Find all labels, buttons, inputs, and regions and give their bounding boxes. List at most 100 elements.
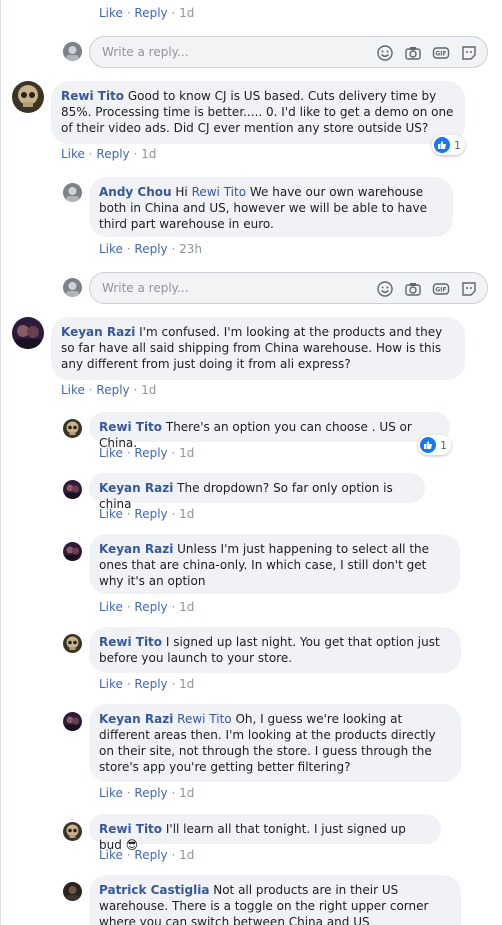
skull-avatar-icon [63,822,82,841]
comment-actions: Like · Reply · 1d [99,446,195,460]
skull-avatar-icon [63,634,82,653]
avatar-andy-chou[interactable] [63,183,82,202]
svg-text:GIF: GIF [435,51,446,58]
reply-link[interactable]: Reply [96,383,129,397]
avatar-keyan-razi[interactable] [63,542,82,561]
avatar-patrick-castiglia[interactable] [63,882,82,901]
comment-bubble: Keyan Razi I'm confused. I'm looking at … [51,317,465,380]
user-photo-icon [63,542,82,561]
comment-time[interactable]: 1d [179,6,194,20]
comment-actions: Like · Reply · 1d [99,848,195,862]
reply-link[interactable]: Reply [134,786,167,800]
user-photo-icon [63,480,82,499]
comment-bubble: Keyan Razi Unless I'm just happening to … [89,534,460,594]
like-link[interactable]: Like [99,786,123,800]
comment-author[interactable]: Rewi Tito [99,822,162,836]
like-link[interactable]: Like [99,242,123,256]
comment-author[interactable]: Rewi Tito [99,635,162,649]
like-link[interactable]: Like [61,383,85,397]
reply-link[interactable]: Reply [134,507,167,521]
comment-actions: Like · Reply · 1d [99,600,195,614]
avatar-keyan-razi[interactable] [63,712,82,731]
comment-time[interactable]: 1d [179,786,194,800]
like-link[interactable]: Like [99,848,123,862]
user-photo-icon [63,712,82,731]
comment-time[interactable]: 1d [179,600,194,614]
comment-bubble: Patrick Castiglia Not all products are i… [89,875,461,925]
sticker-icon[interactable] [460,280,478,298]
comment-author[interactable]: Keyan Razi [99,542,173,556]
comment-time[interactable]: 23h [179,242,202,256]
skull-avatar-icon [12,81,44,113]
reaction-count[interactable]: 1 [432,135,465,155]
reply-input[interactable]: Write a reply... GIF [89,36,488,68]
thread-rail [0,0,1,925]
reaction-count[interactable]: 1 [418,435,451,455]
comment-time[interactable]: 1d [179,848,194,862]
comment-time[interactable]: 1d [179,507,194,521]
comment-bubble: Rewi Tito I'll learn all that tonight. I… [89,814,441,852]
camera-icon[interactable] [404,44,422,62]
reply-link[interactable]: Reply [134,848,167,862]
reply-input[interactable]: Write a reply... GIF [89,272,488,304]
like-link[interactable]: Like [61,147,85,161]
comment-author[interactable]: Keyan Razi [61,325,135,339]
comment-time[interactable]: 1d [179,677,194,691]
mention-link[interactable]: Rewi Tito [177,712,232,726]
reply-link[interactable]: Reply [134,446,167,460]
avatar-rewi-tito[interactable] [63,419,82,438]
comment-actions: Like · Reply · 1d [61,383,157,397]
reply-link[interactable]: Reply [134,242,167,256]
comment-actions: Like · Reply · 1d [99,507,195,521]
comment-time[interactable]: 1d [179,446,194,460]
avatar-keyan-razi[interactable] [63,480,82,499]
user-photo-icon [63,183,82,202]
mention-link[interactable]: Rewi Tito [192,185,247,199]
comment-actions: Like · Reply · 1d [61,147,157,161]
user-photo-icon [63,278,82,297]
comment-author[interactable]: Patrick Castiglia [99,883,209,897]
comment-author[interactable]: Rewi Tito [99,420,162,434]
like-link[interactable]: Like [99,677,123,691]
skull-avatar-icon [63,419,82,438]
comment-author[interactable]: Keyan Razi [99,712,173,726]
like-link[interactable]: Like [99,446,123,460]
comment-author[interactable]: Andy Chou [99,185,172,199]
user-photo-icon [12,317,44,349]
like-link[interactable]: Like [99,6,123,20]
comment-actions: Like · Reply · 1d [99,786,195,800]
emoji-icon[interactable] [376,44,394,62]
reply-link[interactable]: Reply [96,147,129,161]
like-link[interactable]: Like [99,507,123,521]
comment-bubble: Rewi Tito There's an option you can choo… [89,412,450,450]
reply-link[interactable]: Reply [134,677,167,691]
camera-icon[interactable] [404,280,422,298]
like-reaction-icon [434,137,450,153]
comment-actions: Like · Reply · 23h [99,242,202,256]
current-user-avatar [63,42,82,61]
comment-bubble: Andy Chou Hi Rewi Tito We have our own w… [89,177,453,237]
comment-bubble: Rewi Tito I signed up last night. You ge… [89,627,461,673]
avatar-rewi-tito[interactable] [63,634,82,653]
comment-actions: Like · Reply · 1d [99,6,195,20]
gif-icon[interactable]: GIF [432,280,450,298]
reply-link[interactable]: Reply [134,600,167,614]
comment-time[interactable]: 1d [141,383,156,397]
reply-link[interactable]: Reply [134,6,167,20]
reply-placeholder: Write a reply... [102,45,189,59]
user-photo-icon [63,882,82,901]
comment-actions: Like · Reply · 1d [99,677,195,691]
comment-thread: Like · Reply · 1d Write a reply... GIF R… [0,0,502,925]
avatar-keyan-razi[interactable] [12,317,44,349]
avatar-rewi-tito[interactable] [63,822,82,841]
svg-text:GIF: GIF [435,287,446,294]
comment-author[interactable]: Rewi Tito [61,89,124,103]
comment-author[interactable]: Keyan Razi [99,481,173,495]
comment-time[interactable]: 1d [141,147,156,161]
gif-icon[interactable]: GIF [432,44,450,62]
like-link[interactable]: Like [99,600,123,614]
emoji-icon[interactable] [376,280,394,298]
avatar-rewi-tito[interactable] [12,81,44,113]
sticker-icon[interactable] [460,44,478,62]
like-reaction-icon [420,437,436,453]
